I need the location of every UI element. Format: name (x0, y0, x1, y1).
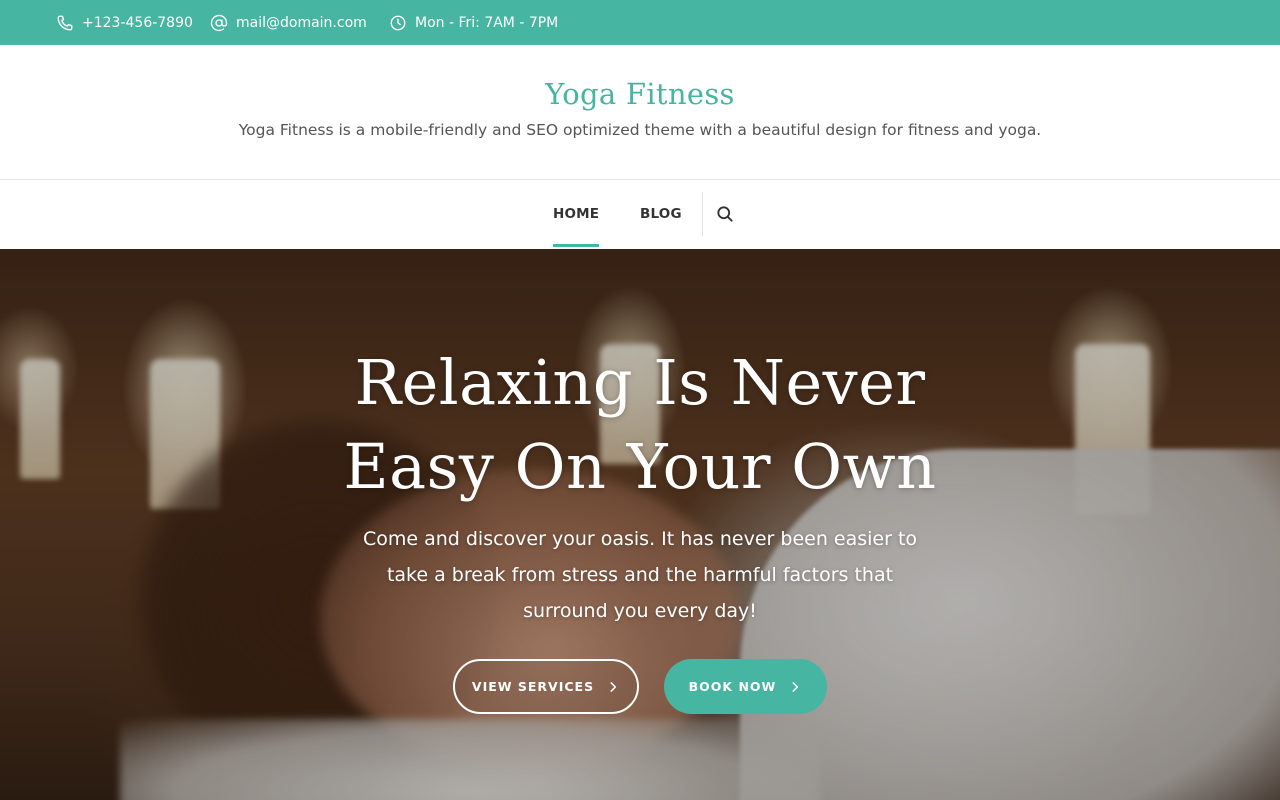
contact-hours: Mon - Fri: 7AM - 7PM (389, 0, 558, 45)
email-address: mail@domain.com (236, 14, 367, 31)
at-sign-icon (210, 14, 228, 32)
chevron-right-icon (606, 680, 620, 694)
phone-number: +123-456-7890 (82, 14, 193, 31)
book-now-label: BOOK NOW (688, 679, 777, 694)
main-navigation: HOME BLOG (0, 180, 1280, 249)
nav-divider (702, 192, 703, 236)
site-branding: Yoga Fitness Yoga Fitness is a mobile-fr… (0, 45, 1280, 180)
contact-email[interactable]: mail@domain.com (210, 0, 367, 45)
chevron-right-icon (788, 680, 802, 694)
hero-title: Relaxing Is Never Easy On Your Own (240, 341, 1040, 509)
site-description: Yoga Fitness is a mobile-friendly and SE… (238, 121, 1042, 139)
nav-item-blog[interactable]: BLOG (640, 180, 682, 248)
search-icon[interactable] (715, 204, 735, 224)
clock-icon (389, 14, 407, 32)
hero-title-line-1: Relaxing Is Never (354, 346, 926, 419)
hero-title-line-2: Easy On Your Own (343, 430, 937, 503)
site-title[interactable]: Yoga Fitness (0, 77, 1280, 111)
view-services-label: VIEW SERVICES (471, 679, 595, 694)
top-contact-bar: +123-456-7890 mail@domain.com Mon - Fri:… (0, 0, 1280, 45)
view-services-button[interactable]: VIEW SERVICES (453, 659, 639, 714)
book-now-button[interactable]: BOOK NOW (664, 659, 827, 714)
phone-icon (56, 14, 74, 32)
nav-item-home[interactable]: HOME (553, 180, 600, 248)
hero-description: Come and discover your oasis. It has nev… (362, 528, 918, 622)
contact-phone[interactable]: +123-456-7890 (56, 0, 193, 45)
hero-banner: Relaxing Is Never Easy On Your Own Come … (0, 249, 1280, 800)
opening-hours: Mon - Fri: 7AM - 7PM (415, 14, 559, 31)
